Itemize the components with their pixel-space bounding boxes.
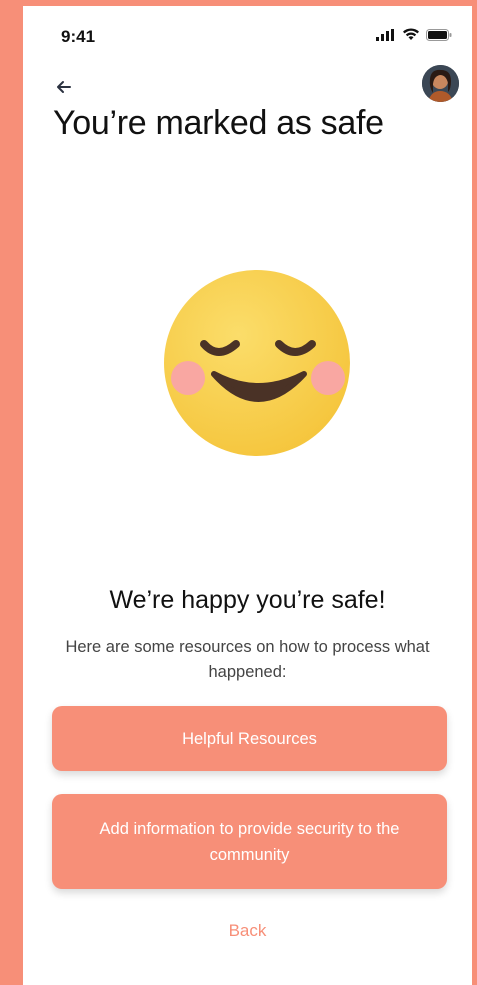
status-time: 9:41 — [61, 27, 96, 46]
page-title: You’re marked as safe — [53, 104, 384, 142]
signal-icon — [376, 28, 394, 41]
add-information-button[interactable]: Add information to provide security to t… — [52, 794, 447, 889]
back-link[interactable]: Back — [23, 921, 472, 941]
wifi-icon — [403, 28, 419, 40]
phone-screen: 9:41 You’re marked as safe We’re happy y… — [23, 6, 472, 985]
battery-icon — [426, 28, 452, 41]
user-avatar[interactable] — [422, 65, 459, 102]
relieved-face-emoji-icon — [164, 270, 350, 456]
resources-description: Here are some resources on how to proces… — [65, 638, 430, 681]
success-subtitle: We’re happy you’re safe! — [109, 586, 386, 614]
status-icons — [376, 28, 452, 41]
arrow-left-icon[interactable] — [53, 76, 75, 98]
background-strip-right — [472, 0, 477, 985]
background-strip-left — [0, 0, 23, 985]
helpful-resources-button[interactable]: Helpful Resources — [52, 706, 447, 771]
status-bar: 9:41 — [23, 6, 472, 58]
